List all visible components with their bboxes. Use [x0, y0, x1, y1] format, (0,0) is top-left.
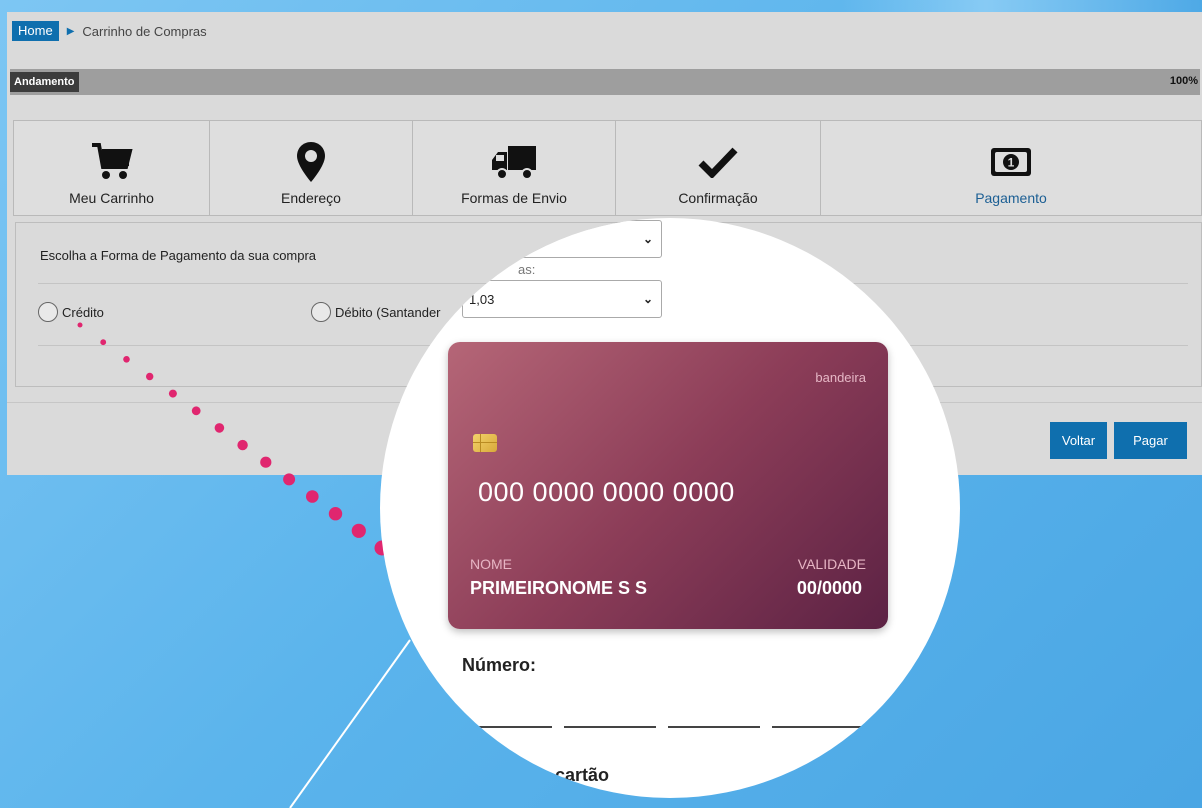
select-field[interactable]: ⌄: [462, 220, 662, 258]
step-label: Endereço: [281, 190, 341, 206]
card-number-input-2[interactable]: [564, 726, 656, 728]
step-shipping[interactable]: Formas de Envio: [413, 121, 616, 215]
pointer-dot: [306, 490, 319, 503]
map-pin-icon: [296, 139, 326, 185]
breadcrumb: Home ▶ Carrinho de Compras: [12, 20, 207, 42]
payment-title: Escolha a Forma de Pagamento da sua comp…: [40, 248, 317, 263]
card-number-input-4[interactable]: [772, 726, 864, 728]
checkout-steps: Meu Carrinho Endereço Formas de Envio Co…: [13, 120, 1202, 216]
pointer-dot: [328, 507, 343, 521]
money-icon: 1: [990, 139, 1032, 185]
checkmark-icon: [698, 139, 738, 185]
card-expiry: 00/0000: [796, 578, 862, 598]
step-label: Pagamento: [975, 190, 1047, 206]
card-name-label: NOME: [470, 556, 512, 572]
step-address[interactable]: Endereço: [210, 121, 413, 215]
cart-icon: [90, 139, 134, 185]
step-payment[interactable]: 1 Pagamento: [821, 121, 1201, 215]
pointer-dot: [351, 523, 366, 538]
step-label: Formas de Envio: [461, 190, 567, 206]
card-expiry-label: VALIDADE: [797, 556, 866, 572]
pay-button[interactable]: Pagar: [1114, 422, 1187, 459]
installments-caption: as:: [518, 262, 536, 277]
chip-icon: [473, 434, 497, 452]
card-number-input-1[interactable]: [460, 726, 552, 728]
radio-credit[interactable]: [38, 302, 58, 322]
chevron-down-icon: ⌄: [642, 292, 653, 306]
card-holder-name: PRIMEIRONOME S S: [470, 578, 648, 598]
step-label: Meu Carrinho: [69, 190, 154, 206]
breadcrumb-arrow-icon: ▶: [66, 25, 75, 37]
installments-select[interactable]: 1,03 ⌄: [462, 280, 662, 318]
progress-value: 100%: [1169, 75, 1198, 87]
step-cart[interactable]: Meu Carrinho: [14, 121, 210, 215]
progress-label: Andamento: [10, 72, 79, 92]
radio-debit[interactable]: [311, 302, 331, 322]
magnified-card-view: ⌄ as: 1,03 ⌄ bandeira 000 0000 0000 0000…: [380, 218, 960, 798]
pointer-dot: [283, 473, 296, 486]
radio-label: Crédito: [62, 304, 104, 320]
breadcrumb-current: Carrinho de Compras: [82, 23, 207, 39]
truck-icon: [490, 139, 538, 185]
step-label: Confirmação: [678, 190, 758, 206]
card-number: 000 0000 0000 0000: [478, 477, 735, 507]
step-confirmation[interactable]: Confirmação: [616, 121, 821, 215]
breadcrumb-home-link[interactable]: Home: [12, 21, 59, 41]
back-button[interactable]: Voltar: [1050, 422, 1107, 459]
installments-value: 1,03: [469, 291, 495, 307]
credit-card-preview: bandeira 000 0000 0000 0000 NOME PRIMEIR…: [448, 342, 888, 629]
name-on-card-label: no cartão: [528, 765, 610, 785]
card-number-input-3[interactable]: [668, 726, 760, 728]
card-number-field-label: Número:: [462, 655, 537, 675]
progress-fill: [10, 69, 1200, 95]
chevron-down-icon: ⌄: [642, 232, 653, 246]
payment-option-credit[interactable]: Crédito: [38, 302, 104, 322]
svg-text:1: 1: [1008, 156, 1015, 170]
progress-bar: Andamento 100%: [10, 69, 1200, 95]
card-brand: bandeira: [815, 370, 866, 385]
